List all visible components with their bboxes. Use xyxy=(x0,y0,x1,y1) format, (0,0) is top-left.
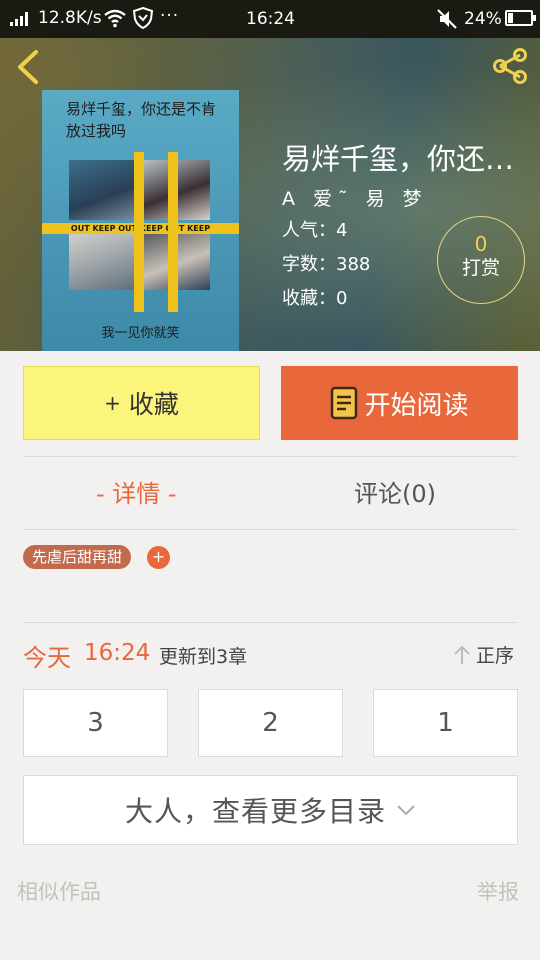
tag-chip[interactable]: 先虐后甜再甜 xyxy=(23,545,132,569)
cover-tape xyxy=(134,152,144,312)
update-time: 16:24 xyxy=(84,640,151,666)
sort-order-button[interactable]: 正序 xyxy=(452,641,514,668)
update-text: 更新到3章 xyxy=(159,646,248,668)
tip-button[interactable]: 0 打赏 xyxy=(437,216,525,304)
word-count-value: 388 xyxy=(336,254,371,275)
update-today: 今天 xyxy=(23,644,71,672)
share-icon[interactable] xyxy=(490,46,530,86)
book-header: 易烊千玺，你还是不肯放过我吗 OUT KEEP OUT KEEP OUT KEE… xyxy=(0,38,540,351)
start-reading-label: 开始阅读 xyxy=(364,390,469,421)
start-reading-button[interactable]: 开始阅读 xyxy=(281,366,518,440)
book-cover[interactable]: 易烊千玺，你还是不肯放过我吗 OUT KEEP OUT KEEP OUT KEE… xyxy=(42,90,239,351)
collect-label: 收藏 xyxy=(128,390,179,419)
chapter-button[interactable]: 2 xyxy=(198,689,343,757)
word-count-label: 字数： xyxy=(282,254,336,275)
add-tag-button[interactable]: + xyxy=(147,546,170,569)
signal-icon xyxy=(10,12,28,26)
divider xyxy=(23,456,518,457)
battery-percent: 24% xyxy=(464,9,502,29)
divider xyxy=(23,529,518,530)
favorites-value: 0 xyxy=(336,288,348,309)
more-catalog-button[interactable]: 大人，查看更多目录 xyxy=(23,775,518,845)
shield-icon xyxy=(133,7,153,29)
more-notifications-icon: ··· xyxy=(160,6,180,26)
battery-icon xyxy=(505,10,536,26)
collect-button[interactable]: + 收藏 xyxy=(23,366,260,440)
book-title: 易烊千玺，你还… xyxy=(282,142,515,176)
divider xyxy=(23,622,518,623)
popularity-label: 人气： xyxy=(282,220,336,241)
status-bar: 12.8K/s ··· 16:24 24% xyxy=(0,0,540,38)
cover-photo xyxy=(69,230,137,290)
chevron-down-icon xyxy=(397,805,415,816)
similar-works-heading: 相似作品 xyxy=(17,880,101,904)
back-icon[interactable] xyxy=(12,48,46,86)
popularity-value: 4 xyxy=(336,220,348,241)
more-catalog-label: 大人，查看更多目录 xyxy=(124,795,386,828)
tip-count: 0 xyxy=(474,232,488,256)
tab-comments[interactable]: 评论(0) xyxy=(354,474,436,509)
cover-title: 易烊千玺，你还是不肯放过我吗 xyxy=(66,100,217,140)
sort-order-label: 正序 xyxy=(476,645,515,667)
chapter-button[interactable]: 3 xyxy=(23,689,168,757)
mute-icon xyxy=(437,9,457,29)
report-link[interactable]: 举报 xyxy=(477,876,519,906)
wifi-icon xyxy=(104,9,126,28)
book-icon xyxy=(331,386,358,420)
word-count-stat: 字数：388 xyxy=(282,250,370,276)
status-clock: 16:24 xyxy=(246,9,295,29)
plus-icon: + xyxy=(104,391,121,415)
cover-tape xyxy=(168,152,178,312)
tab-detail[interactable]: - 详情 - xyxy=(96,474,177,509)
cover-caption: 我一见你就笑 xyxy=(101,326,180,341)
popularity-stat: 人气：4 xyxy=(282,216,347,242)
network-speed: 12.8K/s xyxy=(38,8,102,28)
chapter-button[interactable]: 1 xyxy=(373,689,518,757)
tip-label: 打赏 xyxy=(461,257,500,279)
book-author[interactable]: A 爱˜ 易 梦 xyxy=(282,184,428,211)
arrow-up-icon xyxy=(454,645,470,664)
favorites-label: 收藏： xyxy=(282,288,336,309)
cover-photo xyxy=(69,160,137,220)
favorites-stat: 收藏：0 xyxy=(282,284,347,310)
